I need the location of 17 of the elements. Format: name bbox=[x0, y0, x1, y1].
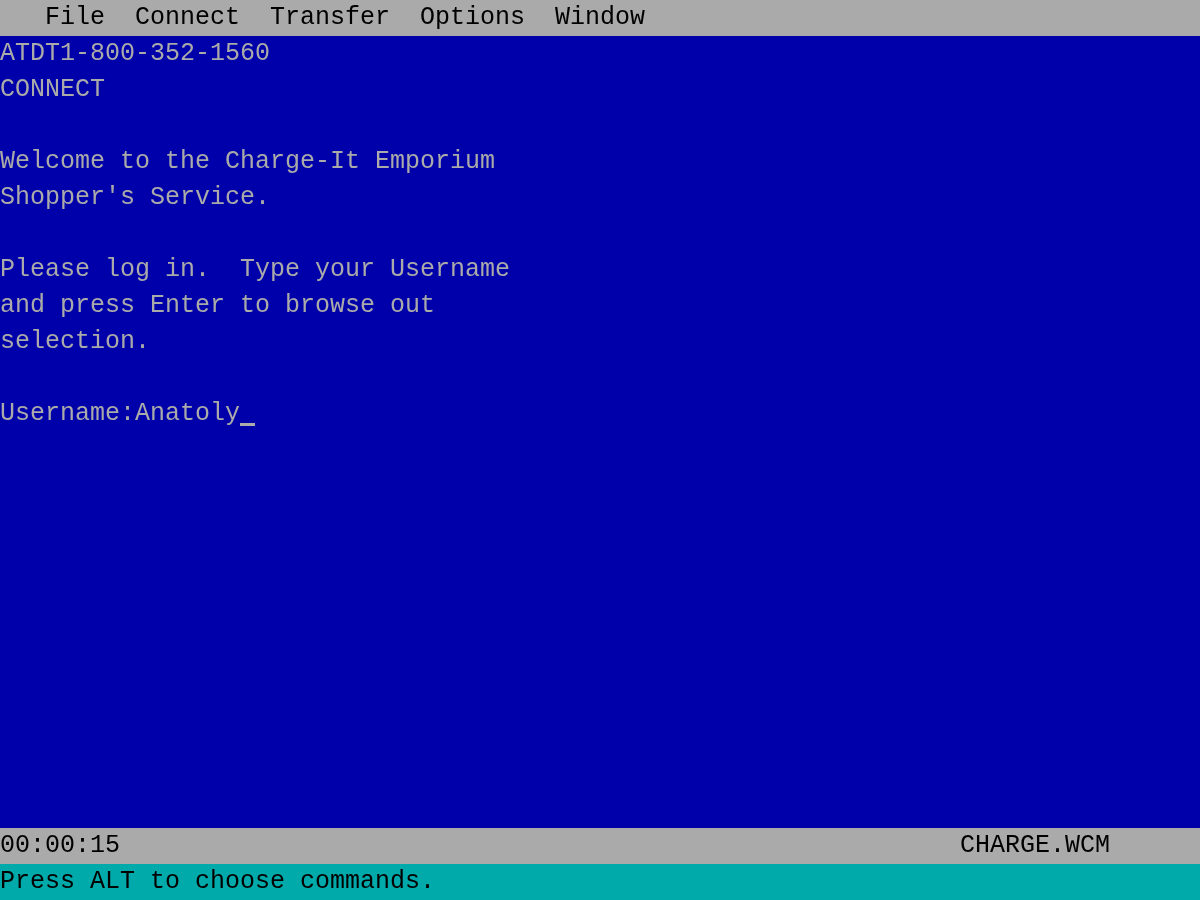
file-name: CHARGE.WCM bbox=[959, 830, 1110, 862]
terminal-line: selection. bbox=[0, 326, 152, 358]
terminal-line: Welcome to the Charge-It Emporium bbox=[0, 146, 497, 178]
menu-item[interactable]: Transfer bbox=[270, 0, 391, 36]
terminal-line: CONNECT bbox=[0, 74, 107, 106]
prompt-label: Username: bbox=[0, 398, 136, 430]
menu-item[interactable]: File bbox=[45, 0, 105, 36]
elapsed-time: 00:00:15 bbox=[0, 830, 121, 862]
help-text: Press ALT to choose commands. bbox=[0, 867, 436, 896]
terminal-line: ATDT1-800-352-1560 bbox=[0, 38, 272, 70]
menu-item[interactable]: Connect bbox=[135, 0, 241, 36]
terminal-line: Please log in. Type your Username bbox=[0, 254, 512, 286]
input-field[interactable]: Anatoly bbox=[135, 396, 241, 432]
menu-item[interactable]: Window bbox=[555, 0, 646, 36]
terminal-line: and press Enter to browse out bbox=[0, 290, 437, 322]
terminal-line: Shopper's Service. bbox=[0, 182, 272, 214]
menu-item[interactable]: Options bbox=[420, 0, 526, 36]
